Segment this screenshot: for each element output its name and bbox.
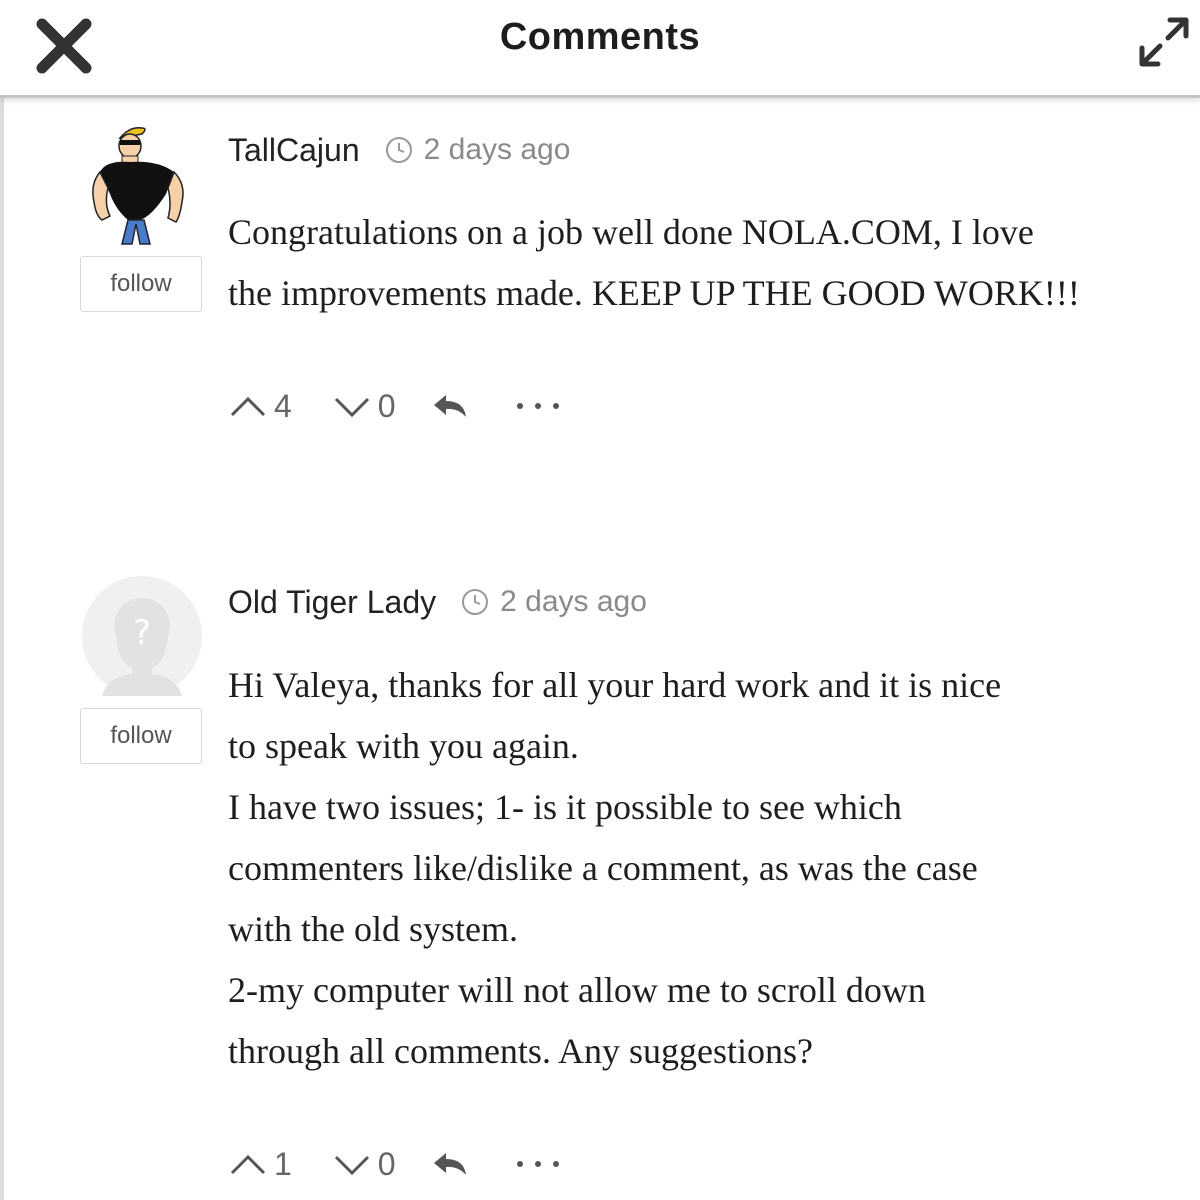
downvote-count: 0 bbox=[377, 387, 396, 424]
cartoon-avatar bbox=[92, 126, 184, 245]
comment-timestamp: 2 days ago bbox=[500, 585, 647, 618]
comment-text-line: with the old system. bbox=[228, 909, 518, 949]
clock-icon bbox=[462, 589, 489, 615]
comment-text-line: to speak with you again. bbox=[228, 726, 579, 766]
chevron-down-icon bbox=[334, 1155, 369, 1176]
chevron-down-icon bbox=[334, 397, 369, 418]
follow-button[interactable]: follow bbox=[80, 256, 202, 312]
comment-text-line: Congratulations on a job well done NOLA.… bbox=[228, 212, 1034, 252]
more-icon bbox=[516, 403, 559, 409]
more-options-button[interactable] bbox=[514, 1157, 562, 1171]
comment-text-line: commenters like/dislike a comment, as wa… bbox=[228, 848, 978, 888]
comment-author[interactable]: Old Tiger Lady bbox=[228, 584, 436, 621]
more-icon bbox=[516, 1161, 559, 1167]
comment-meta: Old Tiger Lady 2 days ago bbox=[228, 582, 647, 622]
expand-button[interactable] bbox=[1134, 12, 1194, 72]
comment-meta: TallCajun 2 days ago bbox=[228, 130, 570, 170]
comment-actions: 1 0 bbox=[228, 1142, 562, 1186]
comment-text-line: I have two issues; 1- is it possible to … bbox=[228, 787, 902, 827]
comment-body: Hi Valeya, thanks for all your hard work… bbox=[228, 655, 1158, 1082]
downvote-button[interactable]: 0 bbox=[332, 1146, 396, 1183]
comment-timestamp: 2 days ago bbox=[423, 133, 571, 166]
reply-button[interactable] bbox=[432, 391, 468, 421]
expand-icon bbox=[1139, 17, 1189, 67]
downvote-count: 0 bbox=[377, 1145, 396, 1182]
avatar[interactable] bbox=[82, 124, 202, 245]
clock-icon bbox=[385, 137, 412, 163]
follow-button[interactable]: follow bbox=[80, 708, 202, 764]
more-options-button[interactable] bbox=[514, 399, 562, 413]
chevron-up-icon bbox=[230, 396, 266, 417]
comment-author[interactable]: TallCajun bbox=[228, 132, 360, 169]
reply-icon bbox=[433, 1153, 466, 1175]
upvote-count: 4 bbox=[274, 387, 292, 424]
upvote-count: 1 bbox=[274, 1145, 292, 1182]
reply-button[interactable] bbox=[432, 1149, 468, 1179]
page-title: Comments bbox=[499, 16, 701, 58]
upvote-button[interactable]: 4 bbox=[228, 388, 292, 425]
svg-text:?: ? bbox=[133, 613, 151, 653]
comment-text-line: Hi Valeya, thanks for all your hard work… bbox=[228, 665, 1002, 705]
comment-text-line: 2-my computer will not allow me to scrol… bbox=[228, 970, 926, 1010]
default-avatar: ? bbox=[82, 576, 202, 696]
upvote-button[interactable]: 1 bbox=[228, 1146, 292, 1183]
comment-actions: 4 0 bbox=[228, 384, 562, 428]
chevron-up-icon bbox=[230, 1154, 266, 1175]
comment-body: Congratulations on a job well done NOLA.… bbox=[228, 202, 1158, 324]
downvote-button[interactable]: 0 bbox=[332, 388, 396, 425]
avatar[interactable]: ? bbox=[82, 576, 202, 696]
comment-text-line: the improvements made. KEEP UP THE GOOD … bbox=[228, 273, 1080, 313]
comment-text-line: through all comments. Any suggestions? bbox=[228, 1031, 813, 1071]
comments-header: Comments bbox=[0, 0, 1200, 98]
reply-icon bbox=[433, 395, 466, 417]
